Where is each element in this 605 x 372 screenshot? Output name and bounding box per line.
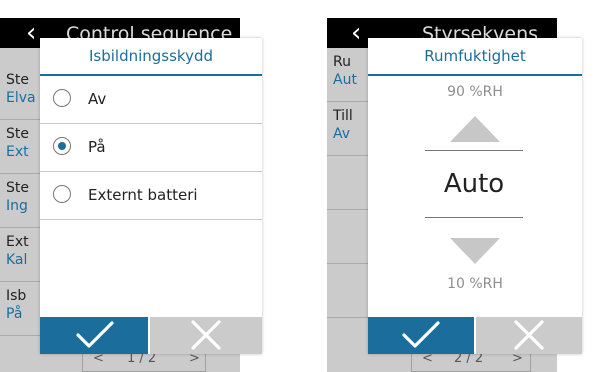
option-label: På — [88, 138, 106, 156]
checkmark-icon — [402, 321, 440, 348]
setting-value: Aut — [333, 72, 357, 88]
dialog-title: Isbildningsskydd — [88, 47, 214, 65]
radio-button-checked[interactable] — [53, 137, 71, 155]
setting-value: Ext — [6, 144, 29, 160]
title-divider — [368, 74, 582, 76]
dialog-title: Rumfuktighet — [424, 47, 526, 65]
dialog-button-bar — [368, 317, 582, 354]
max-value-label: 90 %RH — [447, 84, 503, 100]
confirm-button[interactable] — [368, 317, 474, 354]
cancel-button[interactable] — [150, 317, 262, 354]
dialog-button-bar — [40, 317, 262, 354]
setting-key: Ru — [333, 54, 351, 70]
cancel-button[interactable] — [476, 317, 582, 354]
setting-key: Isb — [6, 288, 27, 304]
setting-value: Kal — [6, 252, 28, 268]
increase-button[interactable] — [450, 116, 500, 142]
confirm-button[interactable] — [40, 317, 148, 354]
setting-key: Ste — [6, 126, 29, 142]
setting-key: Till — [333, 108, 353, 124]
current-value[interactable]: Auto — [425, 150, 523, 218]
setting-key: Ste — [6, 180, 29, 196]
triangle-up-icon — [450, 116, 500, 142]
checkmark-icon — [76, 321, 114, 348]
setting-value: Av — [333, 126, 351, 142]
setting-key: Ext — [6, 234, 29, 250]
close-icon — [191, 320, 221, 350]
min-value-label: 10 %RH — [447, 276, 503, 292]
triangle-down-icon — [450, 238, 500, 264]
option-label: Externt batteri — [88, 186, 198, 204]
setting-key: Ste — [6, 72, 29, 88]
option-label: Av — [88, 90, 107, 108]
option-externt-batteri[interactable]: Externt batteri — [40, 172, 262, 220]
value-picker-dialog: Rumfuktighet 90 %RH Auto 10 %RH — [368, 38, 582, 354]
option-pa[interactable]: På — [40, 124, 262, 172]
selection-dialog: Isbildningsskydd Av På Externt batteri — [40, 38, 262, 354]
close-icon — [514, 320, 544, 350]
option-av[interactable]: Av — [40, 76, 262, 124]
radio-button[interactable] — [53, 185, 71, 203]
setting-value: Elva — [6, 90, 36, 106]
decrease-button[interactable] — [450, 238, 500, 264]
setting-value: Ing — [6, 198, 28, 214]
setting-value: På — [6, 306, 23, 322]
radio-button[interactable] — [53, 89, 71, 107]
